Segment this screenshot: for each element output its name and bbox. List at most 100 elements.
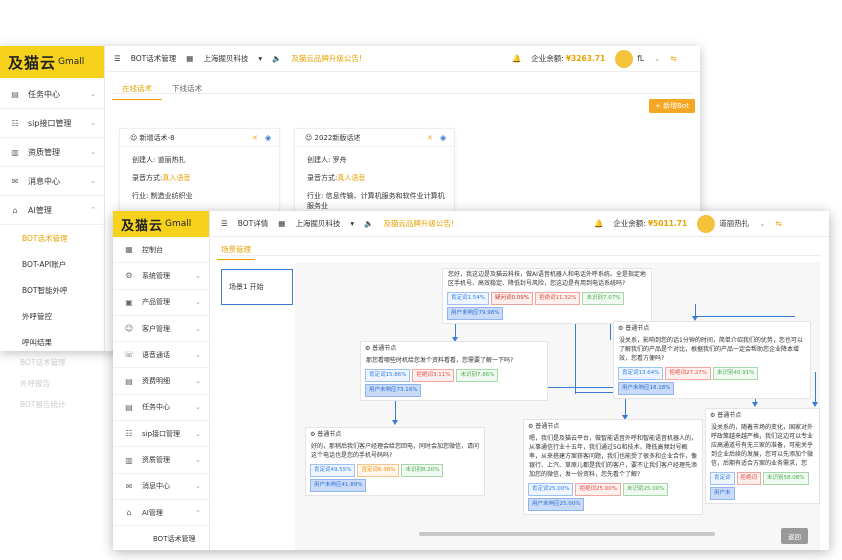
horizontal-scrollbar[interactable] <box>419 532 715 536</box>
company-selector[interactable]: ▦ 上海掘贝科技 ▾ <box>278 218 354 229</box>
intent-tag[interactable]: 未识别7.86% <box>456 369 499 382</box>
intent-tag[interactable]: 拒绝词27.27% <box>665 367 711 380</box>
close-icon[interactable]: ✕ <box>427 134 433 142</box>
sidebar-item-1[interactable]: ⚙ 系统管理 ⌄ <box>113 263 209 290</box>
chevron-down-icon: ⌄ <box>90 90 96 98</box>
ai-icon: ⌂ <box>126 508 132 518</box>
flow-node-1[interactable]: ⚙ 普通节点 那您看哪些时机给您发个资料看看，您需要了解一下吗? 肯定词15.86%… <box>360 341 548 401</box>
switch-icon[interactable]: ⇆ <box>776 219 782 228</box>
intent-tag[interactable]: 用户未响应18.18% <box>618 382 675 395</box>
intent-tag[interactable]: 肯定词1.54% <box>447 292 489 305</box>
sidebar-item-7[interactable]: ☷ sip接口管理 ⌄ <box>113 421 209 448</box>
flow-node-0[interactable]: 您好，我这边是及猫云科技，做AI语音机器人和电话外呼系统。全是指定地区手机号、高… <box>442 268 652 324</box>
sidebar-item-10[interactable]: ⌂ AI管理 ⌃ <box>113 500 209 527</box>
intent-tag[interactable]: 肯定词49.55% <box>310 464 356 477</box>
voice-icon: ☏ <box>124 350 135 360</box>
avatar[interactable] <box>615 49 634 68</box>
subitem-bot-call[interactable]: BOT智能外呼 <box>0 277 104 303</box>
chat-icon: ☺ <box>305 133 313 142</box>
sidebar-item-ai[interactable]: ⌂ AI管理 ⌃ <box>0 196 104 225</box>
chevron-down-icon: ⌄ <box>195 350 201 359</box>
chevron-down-icon: ⌄ <box>195 271 201 280</box>
billing-icon: ▤ <box>125 376 133 386</box>
sidebar-item-sip[interactable]: ☷ sip接口管理 ⌄ <box>0 109 104 138</box>
tab-offline[interactable]: 下线话术 <box>162 78 212 100</box>
intent-tag[interactable]: 未识别40.91% <box>712 367 759 380</box>
company-selector[interactable]: ▦ 上海掘贝科技 ▾ <box>186 53 262 64</box>
flow-node-2[interactable]: ⚙ 普通节点 没关系，影响到您的话1分钟的时间，简单介绍我们的优势，您也可以了解我… <box>613 321 811 399</box>
chevron-down-icon: ⌄ <box>195 324 201 333</box>
tab-scene-manage[interactable]: 场景管理 <box>217 240 255 260</box>
sidebar-back: 及猫云 Gmall ▤ 任务中心 ⌄ ☷ sip接口管理 ⌄ ▥ 资质管理 ⌄ ✉ 消息中心 ⌄… <box>0 46 105 351</box>
new-bot-button[interactable]: + 新增Bot <box>649 99 695 113</box>
sidebar-item-11[interactable]: BOT话术管理 <box>113 526 209 550</box>
faded-menu: BOT话术管理 外呼报告 BOT报告统计 <box>20 358 66 409</box>
sidebar-item-9[interactable]: ✉ 消息中心 ⌄ <box>113 474 209 500</box>
intent-tag[interactable]: 拒绝词11.32% <box>534 292 581 305</box>
intent-tag[interactable]: 用户未响应41.89% <box>310 479 367 492</box>
notice-link[interactable]: 🔈 及猫云品牌升级公告! <box>272 53 372 64</box>
chevron-up-icon: ⌃ <box>195 508 201 517</box>
sidebar-item-6[interactable]: ▤ 任务中心 ⌄ <box>113 395 209 422</box>
eye-icon[interactable]: ◉ <box>440 134 446 142</box>
tab-online[interactable]: 在线话术 <box>112 78 162 100</box>
intent-tag[interactable]: 未识别7.07% <box>582 292 625 305</box>
sidebar-item-4[interactable]: ☏ 语音通话 ⌄ <box>113 342 209 369</box>
chevron-down-icon: ⌄ <box>90 148 96 156</box>
menu-icon[interactable]: ☰ <box>114 54 121 63</box>
node-text: 您好，我这边是及猫云科技，做AI语音机器人和电话外呼系统。全是指定地区手机号、高… <box>448 271 646 287</box>
flow-node-4[interactable]: ⚙ 普通节点 嗯，我们是及猫云平台，做智能语音外呼和智能语音机器人的，从事通信行业… <box>523 419 703 515</box>
logo-sub: Gmall <box>58 57 85 67</box>
logo-mark: 及猫云 <box>8 53 57 72</box>
menu-icon[interactable]: ☰ <box>221 219 228 228</box>
node-text: 没关系，影响到您的话1分钟的时间，简单介绍我们的优势，您也可以了解我们的产品是个… <box>619 337 803 362</box>
sidebar-item-task[interactable]: ▤ 任务中心 ⌄ <box>0 80 104 109</box>
intent-tag[interactable]: 用户未响应73.16% <box>365 384 422 397</box>
close-icon[interactable]: ✕ <box>252 134 258 142</box>
bell-icon[interactable]: 🔔 <box>594 219 603 228</box>
intent-tag[interactable]: 未识别58.08% <box>763 472 809 485</box>
sidebar-item-8[interactable]: ▥ 资质管理 ⌄ <box>113 447 209 474</box>
intent-tag[interactable]: 肯定词25.00% <box>528 483 574 496</box>
avatar[interactable] <box>697 214 716 233</box>
bell-icon[interactable]: 🔔 <box>512 54 521 63</box>
notice-link[interactable]: 🔈 及猫云品牌升级公告! <box>364 218 464 229</box>
sidebar-item-message[interactable]: ✉ 消息中心 ⌄ <box>0 167 104 196</box>
intent-tag[interactable]: 用户未响应79.98% <box>447 307 504 320</box>
flow-node-5[interactable]: ⚙ 普通节点 没关系的，随着市场的变化，国家对外呼政策越来越严格，我们这边可以专业… <box>705 408 820 504</box>
intent-tag[interactable]: 否定词6.36% <box>357 464 400 477</box>
user-name[interactable]: 道丽热扎 <box>719 218 749 229</box>
subitem-bot-script[interactable]: BOT话术管理 <box>0 225 104 251</box>
flow-connector <box>455 322 456 337</box>
balance-value: ¥3263.71 <box>565 54 606 63</box>
subitem-bot-api[interactable]: BOT-API账户 <box>0 251 104 277</box>
subitem-call-control[interactable]: 外呼管控 <box>0 303 104 329</box>
flow-node-3[interactable]: ⚙ 普通节点 好的，那稍后我们客户经理会给您回电，同时会加您微信，请问这个电话也是… <box>305 427 485 496</box>
sidebar-item-resource[interactable]: ▥ 资质管理 ⌄ <box>0 138 104 167</box>
eye-icon[interactable]: ◉ <box>265 134 271 142</box>
sidebar-item-2[interactable]: ▣ 产品管理 ⌄ <box>113 290 209 316</box>
intent-tag[interactable]: 肯定词13.64% <box>618 367 664 380</box>
intent-tag[interactable]: 拒绝词25.00% <box>575 483 621 496</box>
subitem-call-result[interactable]: 呼叫结果 <box>0 329 104 351</box>
flow-canvas[interactable]: 您好，我这边是及猫云科技，做AI语音机器人和电话外呼系统。全是指定地区手机号、高… <box>295 262 820 550</box>
intent-tag[interactable]: 用户未响应25.00% <box>528 498 585 511</box>
switch-icon[interactable]: ⇆ <box>670 54 676 63</box>
node-text: 没关系的，随着市场的变化，国家对外呼政策越来越严格，我们这边可以专业应高通道号有… <box>711 424 814 467</box>
back-button[interactable]: 返回 <box>781 528 808 544</box>
intent-tag[interactable]: 用户未 <box>710 487 735 500</box>
topbar-title: BOT详情 <box>237 219 269 228</box>
intent-tag[interactable]: 未识别25.00% <box>622 483 669 496</box>
sidebar-item-3[interactable]: ☺ 客户管理 ⌄ <box>113 316 209 343</box>
intent-tag[interactable]: 拒绝词 <box>736 472 762 485</box>
intent-tag[interactable]: 未识别8.20% <box>401 464 444 477</box>
scene-start-box[interactable]: 场景1 开始 <box>221 269 293 305</box>
sidebar-item-0[interactable]: ▦ 控制台 <box>113 237 209 264</box>
user-name[interactable]: fL <box>637 54 644 63</box>
speaker-icon: 🔈 <box>272 54 282 63</box>
intent-tag[interactable]: 拒绝词3.11% <box>412 369 455 382</box>
intent-tag[interactable]: 肯定词 <box>710 472 735 485</box>
intent-tag[interactable]: 疑问词0.09% <box>490 292 533 305</box>
intent-tag[interactable]: 肯定词15.86% <box>365 369 411 382</box>
sidebar-item-5[interactable]: ▤ 资费明细 ⌄ <box>113 368 209 395</box>
